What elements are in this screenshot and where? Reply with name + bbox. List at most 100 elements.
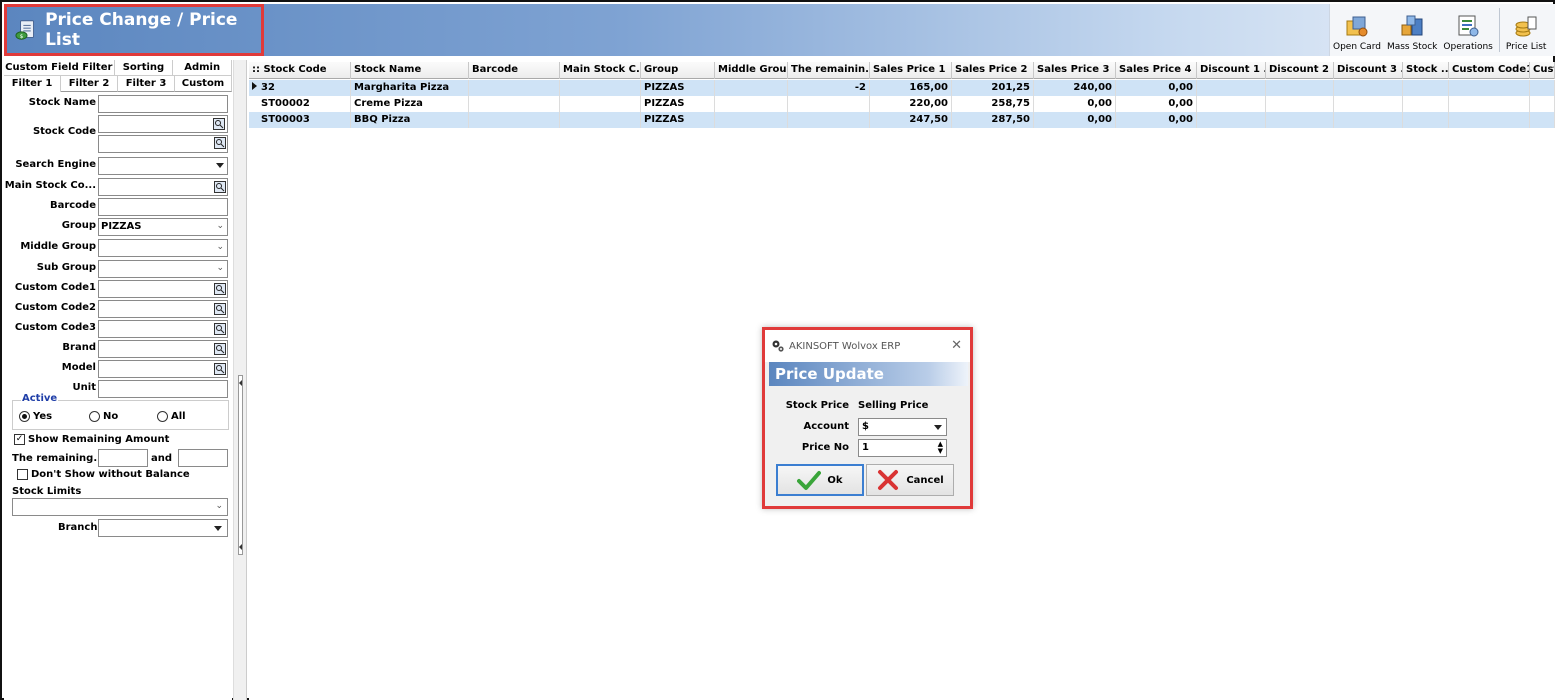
column-header-discount-2[interactable]: Discount 2 ... bbox=[1266, 62, 1334, 79]
chevron-down-icon[interactable]: ⌄ bbox=[216, 221, 224, 231]
main-stock-code-input[interactable] bbox=[98, 178, 228, 196]
collapse-handle[interactable] bbox=[238, 375, 243, 555]
column-header-discount-1[interactable]: Discount 1 ... bbox=[1197, 62, 1266, 79]
open-card-button[interactable]: Open Card bbox=[1330, 4, 1384, 56]
tab-row-bottom: Filter 1 Filter 2 Filter 3 Custom bbox=[4, 76, 232, 92]
chevron-down-icon: ⌄ bbox=[215, 501, 223, 511]
tab-custom[interactable]: Custom bbox=[175, 76, 232, 92]
show-remaining-amount-checkbox[interactable]: ✓ Show Remaining Amount bbox=[14, 434, 169, 445]
radio-selected-icon bbox=[19, 411, 30, 422]
close-icon[interactable]: ✕ bbox=[951, 338, 962, 353]
column-header-middle-group[interactable]: Middle Group bbox=[715, 62, 788, 79]
lookup-icon[interactable] bbox=[214, 137, 226, 149]
lookup-icon[interactable] bbox=[214, 363, 226, 375]
column-header-sales-price-1[interactable]: Sales Price 1 bbox=[870, 62, 952, 79]
column-header-stock[interactable]: Stock ... bbox=[1403, 62, 1449, 79]
tab-filter-3[interactable]: Filter 3 bbox=[118, 76, 175, 92]
lookup-icon[interactable] bbox=[214, 181, 226, 193]
barcode-input[interactable] bbox=[98, 198, 228, 216]
stock-limits-select[interactable]: ⌄ bbox=[12, 498, 228, 516]
unit-input[interactable] bbox=[98, 380, 228, 398]
active-all-radio[interactable]: All bbox=[157, 411, 186, 422]
group-row: Group PIZZAS ⌄ bbox=[4, 218, 232, 236]
column-header-barcode[interactable]: Barcode bbox=[469, 62, 560, 79]
radio-icon bbox=[157, 411, 168, 422]
checkbox-icon bbox=[17, 469, 28, 480]
custom-code3-input[interactable] bbox=[98, 320, 228, 338]
tab-admin[interactable]: Admin bbox=[173, 60, 232, 76]
sub-group-label: Sub Group bbox=[36, 262, 96, 273]
brand-input[interactable] bbox=[98, 340, 228, 358]
group-select[interactable]: PIZZAS bbox=[98, 218, 228, 236]
tab-custom-field-filter[interactable]: Custom Field Filter bbox=[4, 60, 115, 76]
cancel-button[interactable]: Cancel bbox=[866, 464, 954, 496]
dropdown-arrow-icon[interactable] bbox=[216, 163, 224, 168]
stock-code-input-from[interactable] bbox=[98, 115, 228, 133]
lookup-icon[interactable] bbox=[213, 118, 225, 130]
svg-text:$: $ bbox=[20, 34, 24, 40]
tab-filter-1[interactable]: Filter 1 bbox=[4, 76, 61, 92]
column-header-custom[interactable]: Cust bbox=[1530, 62, 1555, 79]
dropdown-arrow-icon bbox=[214, 526, 222, 531]
group-label: Group bbox=[61, 220, 96, 231]
table-row[interactable]: 32 Margharita Pizza PIZZAS -2 165,00 201… bbox=[249, 80, 1555, 96]
table-row[interactable]: ST00003 BBQ Pizza PIZZAS 247,50 287,50 0… bbox=[249, 112, 1555, 128]
operations-button[interactable]: Operations bbox=[1440, 4, 1495, 56]
tab-filter-2[interactable]: Filter 2 bbox=[61, 76, 118, 92]
remaining-from-input[interactable] bbox=[98, 449, 148, 467]
mass-stock-button[interactable]: Mass Stock bbox=[1384, 4, 1440, 56]
stock-name-input[interactable] bbox=[98, 95, 228, 113]
lookup-icon[interactable] bbox=[214, 283, 226, 295]
custom-code3-row: Custom Code3 bbox=[4, 320, 232, 338]
price-no-stepper[interactable]: 1 ▲ ▼ bbox=[858, 439, 947, 457]
brand-row: Brand bbox=[4, 340, 232, 358]
model-input[interactable] bbox=[98, 360, 228, 378]
middle-group-select[interactable] bbox=[98, 239, 228, 257]
price-list-button[interactable]: Price List bbox=[1503, 4, 1550, 56]
dont-show-without-balance-checkbox[interactable]: Don't Show without Balance bbox=[17, 469, 190, 480]
unit-label: Unit bbox=[72, 382, 96, 393]
mass-stock-icon bbox=[1401, 15, 1423, 36]
chevron-down-icon[interactable]: ⌄ bbox=[216, 242, 224, 252]
spin-arrows-icon[interactable]: ▲ ▼ bbox=[938, 441, 943, 455]
column-header-remaining[interactable]: The remainin... bbox=[788, 62, 870, 79]
column-header-sales-price-2[interactable]: Sales Price 2 bbox=[952, 62, 1034, 79]
column-header-sales-price-4[interactable]: Sales Price 4 bbox=[1116, 62, 1197, 79]
column-header-custom-code1[interactable]: Custom Code1 bbox=[1449, 62, 1530, 79]
lookup-icon[interactable] bbox=[214, 343, 226, 355]
branch-label: Branch bbox=[58, 522, 98, 533]
stock-code-input-to[interactable] bbox=[98, 135, 228, 153]
dialog-window-title: AKINSOFT Wolvox ERP bbox=[789, 340, 901, 352]
stock-code-row: Stock Code bbox=[4, 115, 232, 153]
account-select[interactable]: $ bbox=[858, 418, 947, 436]
panel-splitter[interactable] bbox=[233, 60, 247, 700]
custom-code1-row: Custom Code1 bbox=[4, 280, 232, 298]
lookup-icon[interactable] bbox=[214, 323, 226, 335]
active-yes-radio[interactable]: Yes bbox=[19, 411, 52, 422]
stock-price-value: Selling Price bbox=[858, 400, 929, 411]
stock-price-label: Stock Price bbox=[785, 400, 849, 411]
column-header-main-stock-code[interactable]: Main Stock C... bbox=[560, 62, 641, 79]
column-header-group[interactable]: Group bbox=[641, 62, 715, 79]
lookup-icon[interactable] bbox=[214, 303, 226, 315]
chevron-down-icon[interactable]: ⌄ bbox=[216, 263, 224, 273]
column-header-stock-name[interactable]: Stock Name bbox=[351, 62, 469, 79]
column-header-discount-3[interactable]: Discount 3 ... bbox=[1334, 62, 1403, 79]
ok-button[interactable]: Ok bbox=[776, 464, 864, 496]
custom-code1-input[interactable] bbox=[98, 280, 228, 298]
sub-group-select[interactable] bbox=[98, 260, 228, 278]
custom-code2-input[interactable] bbox=[98, 300, 228, 318]
column-header-stock-code[interactable]: :: Stock Code bbox=[249, 62, 351, 79]
table-row[interactable]: ST00002 Creme Pizza PIZZAS 220,00 258,75… bbox=[249, 96, 1555, 112]
custom-code2-row: Custom Code2 bbox=[4, 300, 232, 318]
branch-select[interactable] bbox=[98, 519, 228, 537]
checkbox-checked-icon: ✓ bbox=[14, 434, 25, 445]
search-engine-select[interactable] bbox=[98, 157, 228, 175]
active-no-radio[interactable]: No bbox=[89, 411, 118, 422]
price-no-label: Price No bbox=[801, 442, 849, 453]
dialog-titlebar[interactable]: AKINSOFT Wolvox ERP ✕ bbox=[765, 330, 970, 362]
remaining-to-input[interactable] bbox=[178, 449, 228, 467]
tab-sorting[interactable]: Sorting bbox=[114, 60, 174, 76]
column-header-sales-price-3[interactable]: Sales Price 3 bbox=[1034, 62, 1116, 79]
header-bar: $ Price Change / Price List Open Card Ma… bbox=[4, 4, 1555, 56]
